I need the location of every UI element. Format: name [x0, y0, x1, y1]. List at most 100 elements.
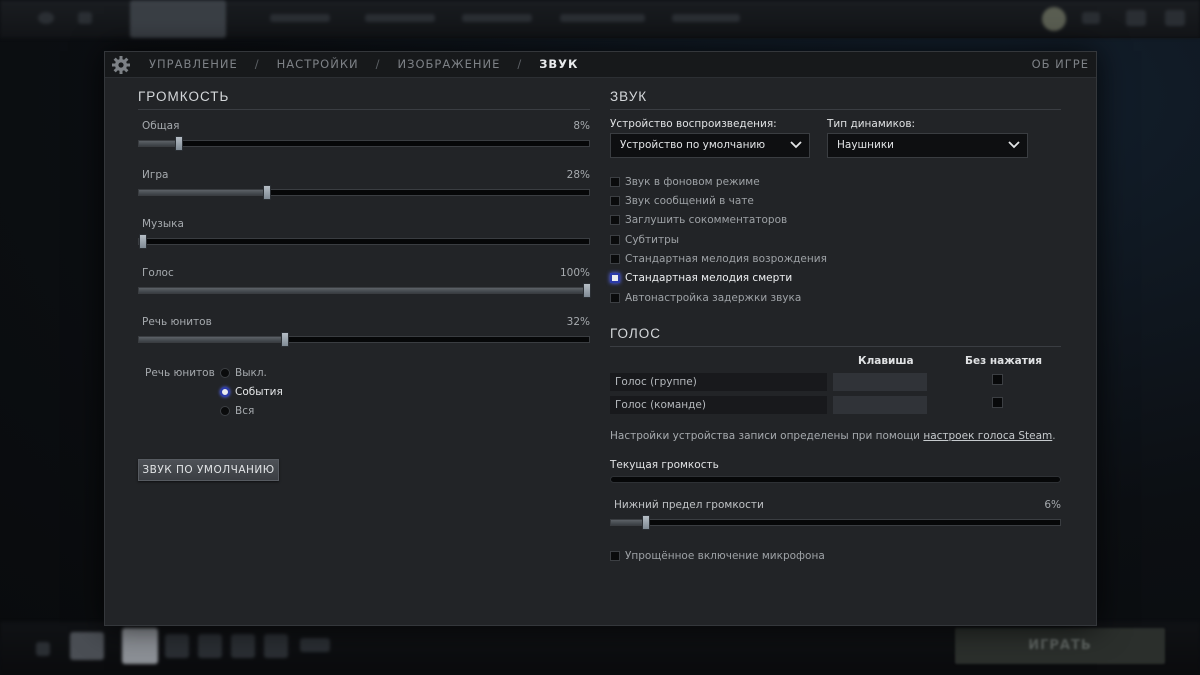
voice-volume-slider[interactable] — [138, 283, 591, 298]
divider — [610, 109, 1061, 110]
divider — [610, 346, 1061, 347]
breadcrumb-separator: / — [517, 57, 523, 71]
speaker-type-select[interactable]: Наушники — [827, 133, 1028, 158]
checkbox[interactable] — [610, 551, 620, 561]
current-volume-meter — [610, 476, 1061, 483]
threshold-slider[interactable] — [610, 515, 1061, 530]
current-volume-label: Текущая громкость — [610, 459, 719, 471]
checkbox-mute-cocasters[interactable]: Заглушить сокомментаторов — [610, 214, 787, 226]
voice-volume-label: Голос — [142, 267, 174, 279]
info-prefix: Настройки устройства записи определены п… — [610, 430, 924, 442]
slider-thumb[interactable] — [281, 332, 290, 347]
checkbox-auto-latency[interactable]: Автонастройка задержки звука — [610, 292, 801, 304]
info-suffix: . — [1052, 430, 1056, 442]
checkbox-label: Заглушить сокомментаторов — [625, 214, 788, 226]
voice-team-open-mic-checkbox[interactable] — [992, 397, 1003, 408]
voice-party-label: Голос (группе) — [610, 373, 827, 391]
unit-speech-volume-label: Речь юнитов — [142, 316, 212, 328]
playback-device-value: Устройство по умолчанию — [620, 139, 766, 151]
radio-button[interactable] — [220, 387, 230, 397]
voice-party-open-mic-checkbox[interactable] — [992, 374, 1003, 385]
tab-options[interactable]: НАСТРОЙКИ — [277, 52, 359, 77]
slider-fill — [139, 190, 268, 195]
unit-speech-volume-value: 32% — [566, 316, 590, 328]
slider-fill — [139, 288, 587, 293]
checkbox-death-melody[interactable]: Стандартная мелодия смерти — [610, 272, 792, 284]
master-volume-label: Общая — [142, 120, 180, 132]
music-volume-label: Музыка — [142, 218, 184, 230]
checkbox[interactable] — [610, 177, 620, 187]
column-header-key: Клавиша — [858, 355, 914, 367]
tab-controls[interactable]: УПРАВЛЕНИЕ — [149, 52, 238, 77]
game-volume-slider[interactable] — [138, 185, 590, 200]
breadcrumb: УПРАВЛЕНИЕ / НАСТРОЙКИ / ИЗОБРАЖЕНИЕ / З… — [149, 52, 578, 77]
checkbox-label: Автонастройка задержки звука — [625, 292, 802, 304]
checkbox-respawn-melody[interactable]: Стандартная мелодия возрождения — [610, 253, 827, 265]
slider-thumb[interactable] — [139, 234, 147, 249]
radio-button[interactable] — [220, 368, 230, 378]
checkbox[interactable] — [610, 293, 620, 303]
voice-team-key-binding[interactable] — [833, 396, 927, 414]
checkbox-simplified-mic[interactable]: Упрощённое включение микрофона — [610, 550, 825, 562]
radio-label: События — [235, 386, 283, 398]
tab-video[interactable]: ИЗОБРАЖЕНИЕ — [397, 52, 500, 77]
recording-device-info: Настройки устройства записи определены п… — [610, 430, 1056, 442]
about-link[interactable]: ОБ ИГРЕ — [1032, 52, 1089, 77]
settings-gear-icon[interactable] — [111, 55, 131, 75]
tab-audio[interactable]: ЗВУК — [539, 52, 578, 77]
radio-label: Вся — [235, 405, 255, 417]
breadcrumb-separator: / — [375, 57, 381, 71]
background-top-bar — [0, 0, 1200, 38]
chevron-down-icon — [790, 141, 802, 149]
voice-team-label: Голос (команде) — [610, 396, 827, 414]
radio-label: Выкл. — [235, 367, 267, 379]
slider-fill — [139, 337, 286, 342]
checkbox-background-sound[interactable]: Звук в фоновом режиме — [610, 176, 760, 188]
slider-thumb[interactable] — [583, 283, 591, 298]
radio-button[interactable] — [220, 406, 230, 416]
radio-unit-speech-all[interactable]: Вся — [220, 405, 254, 417]
checkbox[interactable] — [610, 235, 620, 245]
playback-device-select[interactable]: Устройство по умолчанию — [610, 133, 810, 158]
voice-party-key-binding[interactable] — [833, 373, 927, 391]
threshold-value: 6% — [1044, 499, 1061, 511]
unit-speech-radio-label: Речь юнитов — [145, 367, 215, 379]
sound-section-title: ЗВУК — [610, 89, 648, 104]
master-volume-slider[interactable] — [138, 136, 590, 151]
checkbox[interactable] — [610, 254, 620, 264]
play-button: ИГРАТЬ — [955, 628, 1165, 664]
checkbox[interactable] — [610, 196, 620, 206]
slider-thumb[interactable] — [641, 515, 650, 530]
speaker-type-label: Тип динамиков: — [827, 118, 916, 130]
slider-thumb[interactable] — [263, 185, 272, 200]
radio-unit-speech-events[interactable]: События — [220, 386, 283, 398]
checkbox[interactable] — [610, 215, 620, 225]
divider — [138, 109, 590, 110]
settings-panel: УПРАВЛЕНИЕ / НАСТРОЙКИ / ИЗОБРАЖЕНИЕ / З… — [104, 51, 1097, 626]
checkbox-subtitles[interactable]: Субтитры — [610, 234, 679, 246]
playback-device-label: Устройство воспроизведения: — [610, 118, 777, 130]
checkbox-label: Звук сообщений в чате — [625, 195, 754, 207]
speaker-type-value: Наушники — [837, 139, 895, 151]
settings-nav-bar: УПРАВЛЕНИЕ / НАСТРОЙКИ / ИЗОБРАЖЕНИЕ / З… — [105, 52, 1096, 78]
slider-fill — [611, 520, 646, 525]
slider-fill — [139, 141, 179, 146]
voice-volume-value: 100% — [559, 267, 590, 279]
game-volume-label: Игра — [142, 169, 169, 181]
checkbox[interactable] — [610, 273, 620, 283]
slider-thumb[interactable] — [174, 136, 183, 151]
radio-unit-speech-off[interactable]: Выкл. — [220, 367, 267, 379]
master-volume-value: 8% — [573, 120, 590, 132]
voice-section-title: ГОЛОС — [610, 326, 662, 341]
checkbox-label: Стандартная мелодия смерти — [625, 272, 793, 284]
checkbox-chat-sound[interactable]: Звук сообщений в чате — [610, 195, 754, 207]
column-header-open-mic: Без нажатия — [965, 355, 1042, 367]
breadcrumb-separator: / — [254, 57, 260, 71]
music-volume-slider[interactable] — [138, 234, 590, 249]
default-sound-button[interactable]: ЗВУК ПО УМОЛЧАНИЮ — [138, 459, 279, 481]
checkbox-label: Звук в фоновом режиме — [625, 176, 760, 188]
threshold-label: Нижний предел громкости — [614, 499, 764, 511]
steam-voice-settings-link[interactable]: настроек голоса Steam — [923, 430, 1052, 442]
unit-speech-volume-slider[interactable] — [138, 332, 590, 347]
chevron-down-icon — [1008, 141, 1020, 149]
